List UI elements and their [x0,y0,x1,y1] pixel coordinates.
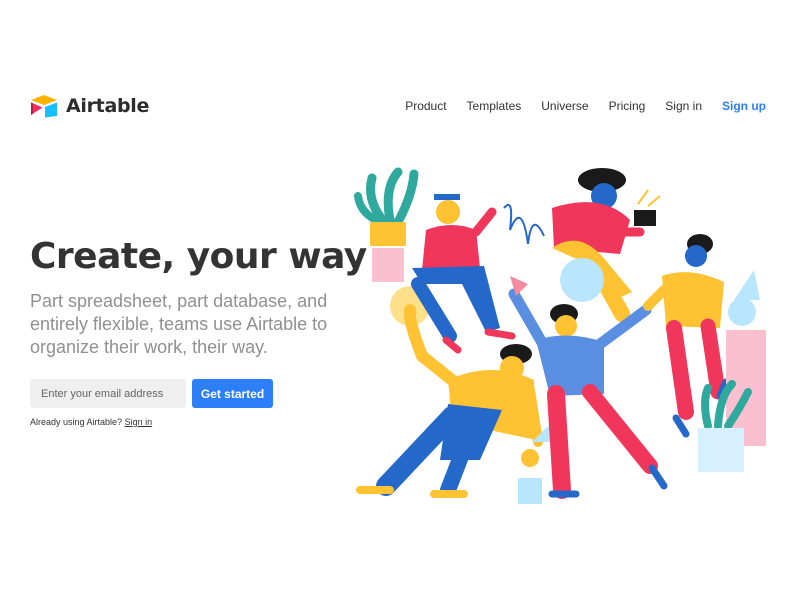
signup-form: Get started [30,379,273,408]
hero-subtitle: Part spreadsheet, part database, and ent… [30,291,328,357]
signin-prompt-text: Already using Airtable? [30,417,123,427]
right-person-illustration [643,234,730,438]
nav-sign-in[interactable]: Sign in [665,99,702,113]
main-menu: Product Templates Universe Pricing Sign … [405,99,766,113]
signin-prompt: Already using Airtable? Sign in [30,417,152,427]
nav-pricing[interactable]: Pricing [609,99,646,113]
top-nav: Airtable Product Templates Universe Pric… [30,88,766,124]
nav-universe[interactable]: Universe [541,99,588,113]
airtable-logo-icon [31,95,57,118]
nav-product[interactable]: Product [405,99,446,113]
brand-name: Airtable [66,95,150,117]
hero-title: Create, your way [30,236,367,277]
seated-person-illustration [411,194,545,354]
team-collaboration-illustration [354,167,766,504]
plant-left-illustration [354,167,419,282]
nav-templates[interactable]: Templates [467,99,522,113]
brand-logo[interactable]: Airtable [30,94,149,118]
nav-sign-up[interactable]: Sign up [722,99,766,113]
laptop-person-illustration [552,168,661,322]
get-started-button[interactable]: Get started [192,379,273,408]
signin-prompt-link[interactable]: Sign in [125,417,153,427]
email-input[interactable] [30,379,186,408]
